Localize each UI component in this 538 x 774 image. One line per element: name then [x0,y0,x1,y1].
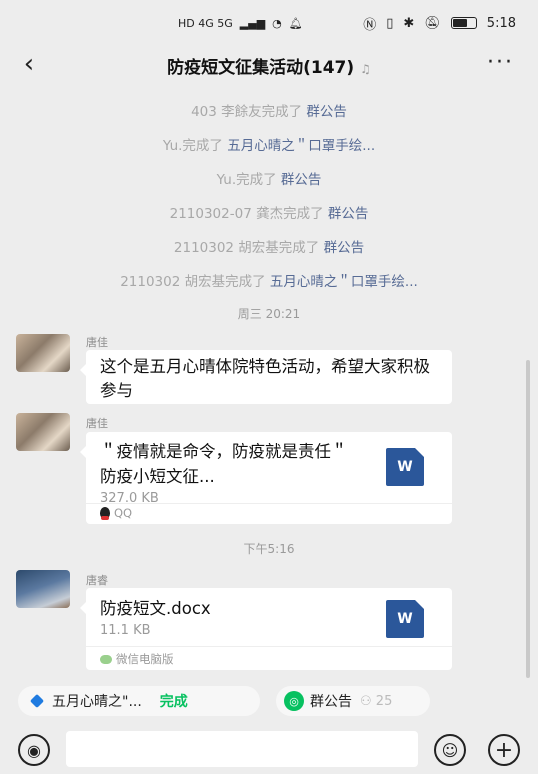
avatar[interactable] [16,334,70,372]
task-label: 五月心晴之"... [52,694,142,710]
bluetooth-icon: ✱ [403,15,415,31]
battery-icon [450,17,477,29]
member-count: ⚇ 25 [360,693,393,709]
more-dots-icon[interactable]: ··· [487,50,514,75]
emoji-icon[interactable]: ☺ [434,734,466,766]
file-title: 防疫短文.docx [100,599,211,618]
chat-title: 防疫短文征集活动(147) ♫ [167,58,371,78]
signal-icon: ▂▄▆ [239,16,266,30]
avatar[interactable] [16,413,70,451]
system-link[interactable]: 五月心晴之＂口罩手绘... [270,274,418,290]
group-notice-pill[interactable]: ◎ 群公告 ⚇ 25 [276,686,430,716]
file-title: ＂疫情就是命令，防疫就是责任＂防疫小短文征... [100,442,348,486]
system-link[interactable]: 群公告 [306,104,347,120]
notice-label: 群公告 [310,694,352,710]
file-message-card[interactable]: 防疫短文.docx 11.1 KB W 微信电脑版 [80,588,452,670]
message-timestamp: 下午5:16 [243,542,295,556]
task-icon [29,693,45,709]
text-message-bubble[interactable]: 这个是五月心晴体院特色活动，希望大家积极参与 [80,350,452,404]
notification-bell-icon: 🔔︎ [288,16,303,30]
vibrate-icon: ▯ [386,15,394,31]
word-file-icon: W [386,600,424,638]
system-link[interactable]: 群公告 [328,206,369,222]
system-message: Yu.完成了 五月心晴之＂口罩手绘... [162,138,376,154]
notice-icon: ◎ [284,691,304,711]
wechat-pc-icon [100,654,112,664]
network-indicator: HD 4G 5G [178,16,233,30]
sender-name: 唐佳 [86,417,108,430]
sender-name: 唐睿 [86,574,108,587]
card-divider [86,646,452,647]
chat-header: ‹ 防疫短文征集活动(147) ♫ ··· [0,46,538,84]
message-source: 微信电脑版 [100,651,174,667]
file-message-card[interactable]: ＂疫情就是命令，防疫就是责任＂防疫小短文征... 327.0 KB W QQ [80,432,452,524]
qq-icon [100,507,110,520]
voice-icon[interactable]: ◉ [18,734,50,766]
system-message: 2110302 胡宏基完成了 群公告 [173,240,365,256]
message-source: QQ [100,506,132,520]
input-bar: ◉ ☺ + [0,726,538,774]
card-divider [86,503,452,504]
system-link[interactable]: 群公告 [324,240,365,256]
nfc-icon: Ⓝ [363,17,377,33]
system-link[interactable]: 群公告 [281,172,322,188]
mute-bell-icon: ♫ [360,62,371,76]
avatar[interactable] [16,570,70,608]
system-message: 2110302-07 龚杰完成了 群公告 [169,206,369,222]
plus-icon[interactable]: + [488,734,520,766]
mute-status-icon: 🔕︎ [424,15,441,31]
word-file-icon: W [386,448,424,486]
system-message: Yu.完成了 群公告 [216,172,322,188]
message-text: 这个是五月心晴体院特色活动，希望大家积极参与 [100,357,430,400]
task-done-button[interactable]: 完成 [160,691,188,711]
message-input[interactable] [66,731,418,767]
message-timestamp: 周三 20:21 [237,307,301,321]
status-bar: HD 4G 5G ▂▄▆ ◔ 🔔︎ Ⓝ ▯ ✱ 🔕︎ 5:18 [0,0,538,46]
system-message: 2110302 胡宏基完成了 五月心晴之＂口罩手绘... [120,274,418,290]
wifi-icon: ◔ [272,16,282,30]
sender-name: 唐佳 [86,336,108,349]
system-link[interactable]: 五月心晴之＂口罩手绘... [227,138,375,154]
task-pill[interactable]: 五月心晴之"... 完成 [18,686,260,716]
group-tools-bar: 五月心晴之"... 完成 ◎ 群公告 ⚇ 25 [0,686,538,720]
scrollbar[interactable] [526,360,530,678]
system-message: 403 李餘友完成了 群公告 [191,104,347,120]
file-size: 11.1 KB [100,623,151,638]
clock: 5:18 [486,15,516,31]
